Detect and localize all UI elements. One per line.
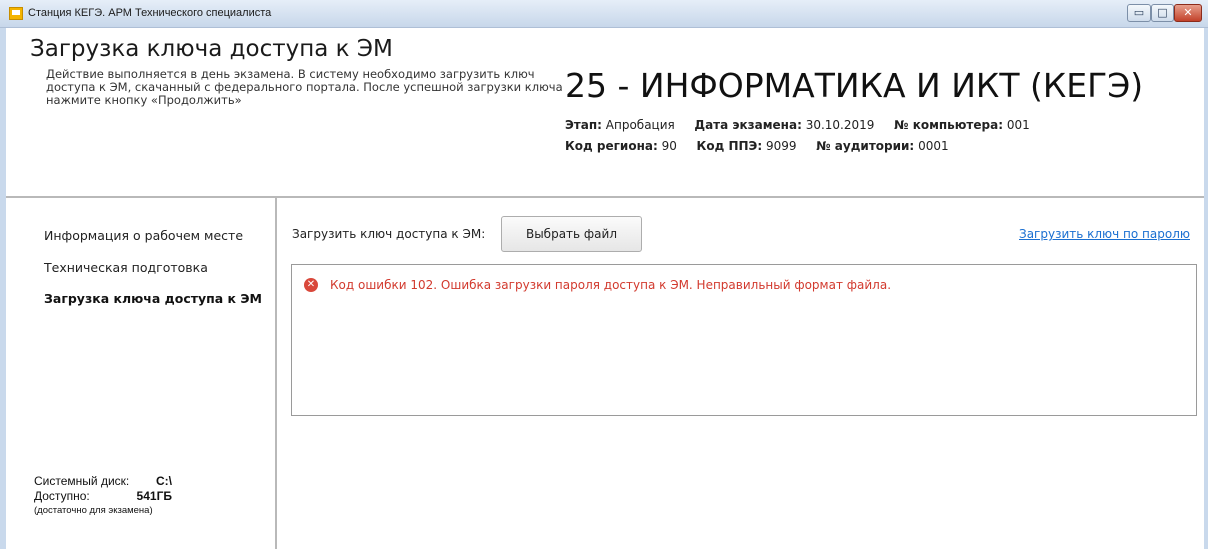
system-disk-label: Системный диск: (34, 474, 130, 488)
load-key-label: Загрузить ключ доступа к ЭМ: (292, 227, 486, 241)
sidebar-item-workplace-info[interactable]: Информация о рабочем месте (44, 228, 243, 243)
exam-meta-row-1: Этап: Апробация Дата экзамена: 30.10.201… (565, 118, 1030, 132)
header-divider (6, 196, 1204, 198)
computer-number-label: № компьютера: (894, 118, 1004, 132)
title-bar[interactable]: Станция КЕГЭ. АРМ Технического специалис… (0, 0, 1208, 28)
room-number-value: 0001 (918, 139, 949, 153)
available-space-label: Доступно: (34, 489, 90, 503)
error-icon: ✕ (304, 278, 318, 292)
page-title: Загрузка ключа доступа к ЭМ (30, 36, 393, 62)
app-icon (9, 7, 23, 20)
disk-space-note: (достаточно для экзамена) (34, 505, 153, 516)
region-code-value: 90 (661, 139, 677, 153)
maximize-button[interactable]: □ (1151, 4, 1174, 22)
region-code-label: Код региона: (565, 139, 658, 153)
disk-info: Системный диск: C:\ Доступно: 541ГБ (дос… (34, 474, 172, 516)
error-message: Код ошибки 102. Ошибка загрузки пароля д… (330, 278, 892, 292)
sidebar-item-technical-preparation[interactable]: Техническая подготовка (44, 260, 208, 275)
room-number-label: № аудитории: (816, 139, 915, 153)
subject-title: 25 - ИНФОРМАТИКА И ИКТ (КЕГЭ) (565, 66, 1144, 105)
exam-meta-row-2: Код региона: 90 Код ППЭ: 9099 № аудитори… (565, 139, 949, 153)
system-disk-value: C:\ (156, 474, 172, 488)
sidebar-item-load-access-key[interactable]: Загрузка ключа доступа к ЭМ (44, 291, 262, 306)
stage-value: Апробация (605, 118, 675, 132)
ppe-code-label: Код ППЭ: (696, 139, 763, 153)
sidebar-divider (275, 197, 277, 549)
exam-date-label: Дата экзамена: (694, 118, 802, 132)
page-description: Действие выполняется в день экзамена. В … (46, 67, 563, 107)
exam-date-value: 30.10.2019 (805, 118, 875, 132)
window-title: Станция КЕГЭ. АРМ Технического специалис… (28, 7, 272, 19)
choose-file-button[interactable]: Выбрать файл (501, 216, 642, 252)
close-button[interactable]: ✕ (1174, 4, 1202, 22)
ppe-code-value: 9099 (765, 139, 797, 153)
minimize-button[interactable]: ▭ (1127, 4, 1151, 22)
system-disk-row: Системный диск: C:\ (34, 474, 172, 489)
computer-number-value: 001 (1006, 118, 1030, 132)
message-log: ✕ Код ошибки 102. Ошибка загрузки пароля… (291, 264, 1197, 416)
available-space-row: Доступно: 541ГБ (34, 489, 172, 504)
stage-label: Этап: (565, 118, 602, 132)
available-space-value: 541ГБ (136, 489, 172, 503)
load-key-by-password-link[interactable]: Загрузить ключ по паролю (1019, 227, 1190, 241)
